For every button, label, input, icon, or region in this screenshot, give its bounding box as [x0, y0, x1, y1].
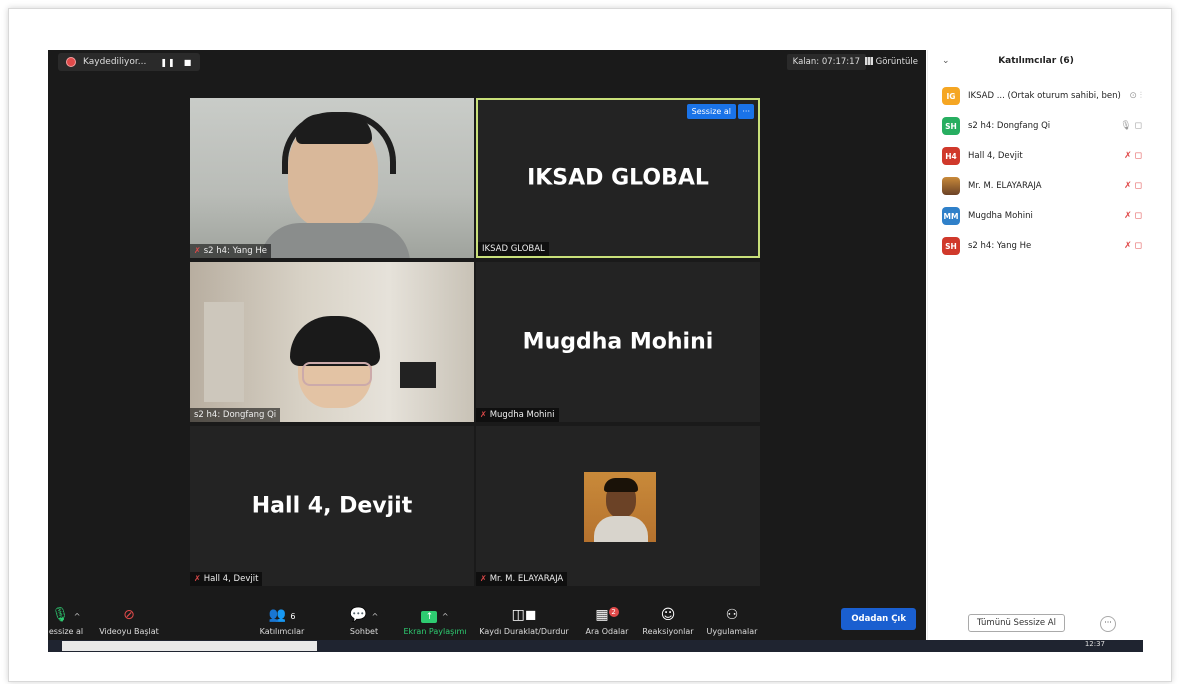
record-controls-icon: ◫◼: [511, 607, 537, 623]
participant-row[interactable]: H4 Hall 4, Devjit ✗ ◻: [942, 146, 1142, 166]
avatar: MM: [942, 207, 960, 225]
mute-button[interactable]: 🎙 ^ essize al: [48, 607, 86, 636]
reactions-button[interactable]: ☺ Reaksiyonlar: [640, 607, 696, 636]
video-off-icon: ⊘: [123, 607, 135, 623]
muted-icons: ✗ ◻: [1124, 181, 1142, 191]
door: [204, 302, 244, 402]
photo-hair: [604, 478, 638, 492]
more-options-button[interactable]: ···: [738, 104, 754, 119]
grid-icon: [864, 57, 873, 65]
muted-mic-icon: ✗: [480, 410, 487, 419]
hair: [290, 316, 380, 366]
leave-meeting-button[interactable]: Odadan Çık: [841, 608, 916, 630]
participant-row[interactable]: SH s2 h4: Dongfang Qi 🎙 ◻: [942, 116, 1142, 136]
pause-icon[interactable]: ❚❚: [160, 58, 175, 67]
stop-icon[interactable]: ■: [184, 58, 193, 67]
avatar: SH: [942, 117, 960, 135]
muted-icons: ✗ ◻: [1124, 151, 1142, 161]
name-label: ✗ Mugdha Mohini: [476, 408, 559, 422]
participant-name: Mr. M. ELAYARAJA: [968, 181, 1042, 191]
muted-icons: ✗ ◻: [1124, 211, 1142, 221]
apps-icon: ⚇: [725, 607, 739, 623]
breakout-rooms-icon: ▦ 2: [584, 607, 630, 623]
avatar: IG: [942, 87, 960, 105]
participant-name: s2 h4: Yang He: [968, 241, 1032, 251]
video-tile-hall-4-devjit[interactable]: Hall 4, Devjit ✗ Hall 4, Devjit: [190, 426, 474, 586]
video-tile-yang-he[interactable]: ✗ s2 h4: Yang He: [190, 98, 474, 258]
mute-participant-button[interactable]: Sessize al: [686, 104, 736, 119]
muted-mic-icon: ✗: [194, 246, 201, 255]
time-remaining: Kalan: 07:17:17: [786, 54, 866, 70]
zoom-meeting-window: Kaydediliyor... ❚❚ ■ Kalan: 07:17:17 Gör…: [48, 50, 926, 640]
panel-title: Katılımcılar (6): [998, 56, 1074, 66]
pause-stop-recording-button[interactable]: ◫◼ Kaydı Duraklat/Durdur: [476, 607, 572, 636]
os-taskbar: 12:37: [48, 640, 1143, 652]
participant-name: s2 h4: Dongfang Qi: [968, 121, 1051, 131]
photo-shirt: [594, 516, 648, 542]
participants-icon: 👥 6: [268, 607, 296, 623]
taskbar-clock: 12:37: [1084, 640, 1105, 648]
reactions-icon: ☺: [660, 607, 676, 623]
name-label: s2 h4: Dongfang Qi: [190, 408, 281, 422]
participant-name-display: Mugdha Mohini: [522, 329, 714, 355]
hair: [296, 114, 372, 144]
participant-name: Hall 4, Devjit: [968, 151, 1023, 161]
wall-board: [400, 362, 436, 388]
name-label: IKSAD GLOBAL: [478, 242, 549, 256]
participants-button[interactable]: 👥 6 Katılımcılar: [254, 607, 310, 636]
video-tile-elayaraja[interactable]: ✗ Mr. M. ELAYARAJA: [476, 426, 760, 586]
panel-more-button[interactable]: ···: [1100, 616, 1116, 632]
meeting-toolbar: 🎙 ^ essize al ⊘ Videoyu Başlat 👥 6 Katıl…: [48, 592, 926, 640]
participant-name: Mugdha Mohini: [968, 211, 1033, 221]
recording-indicator[interactable]: Kaydediliyor... ❚❚ ■: [58, 53, 201, 71]
top-bar: Kaydediliyor... ❚❚ ■ Kalan: 07:17:17 Gör…: [48, 50, 926, 74]
share-screen-icon: ↑ ^: [400, 607, 470, 623]
share-screen-button[interactable]: ↑ ^ Ekran Paylaşımı: [400, 607, 470, 636]
participants-panel: ⌄ Katılımcılar (6) IG IKSAD ... (Ortak o…: [927, 50, 1144, 640]
chat-icon: 💬 ^: [349, 607, 379, 623]
profile-photo: [584, 472, 656, 542]
record-dot-icon: [66, 57, 76, 67]
name-label: ✗ Hall 4, Devjit: [190, 572, 263, 586]
muted-mic-icon: ✗: [480, 574, 487, 583]
status-icons: ⊙ ⫶: [1129, 91, 1142, 101]
avatar-photo: [942, 177, 960, 195]
participant-row[interactable]: MM Mugdha Mohini ✗ ◻: [942, 206, 1142, 226]
video-tile-iksad-global[interactable]: IKSAD GLOBAL Sessize al ··· IKSAD GLOBAL: [476, 98, 760, 258]
mute-all-button[interactable]: Tümünü Sessize Al: [968, 614, 1065, 632]
name-label: ✗ s2 h4: Yang He: [190, 244, 271, 258]
avatar: H4: [942, 147, 960, 165]
taskbar-search-box[interactable]: [62, 641, 317, 651]
video-tile-mugdha-mohini[interactable]: Mugdha Mohini ✗ Mugdha Mohini: [476, 262, 760, 422]
participant-row[interactable]: IG IKSAD ... (Ortak oturum sahibi, ben) …: [942, 86, 1142, 106]
start-video-button[interactable]: ⊘ Videoyu Başlat: [96, 607, 162, 636]
shirt: [260, 223, 410, 258]
apps-button[interactable]: ⚇ Uygulamalar: [704, 607, 760, 636]
participant-name-display: Hall 4, Devjit: [251, 493, 413, 519]
name-label: ✗ Mr. M. ELAYARAJA: [476, 572, 568, 586]
muted-mic-icon: ✗: [194, 574, 201, 583]
recording-label: Kaydediliyor...: [83, 57, 147, 67]
microphone-icon: 🎙 ^: [51, 607, 81, 623]
glasses: [302, 362, 372, 386]
breakout-rooms-button[interactable]: ▦ 2 Ara Odalar: [584, 607, 630, 636]
status-icons: 🎙 ◻: [1120, 121, 1142, 131]
muted-icons: ✗ ◻: [1124, 241, 1142, 251]
video-tile-dongfang-qi[interactable]: s2 h4: Dongfang Qi: [190, 262, 474, 422]
participant-row[interactable]: Mr. M. ELAYARAJA ✗ ◻: [942, 176, 1142, 196]
chat-button[interactable]: 💬 ^ Sohbet: [344, 607, 384, 636]
participant-name-display: IKSAD GLOBAL: [527, 165, 709, 191]
avatar: SH: [942, 237, 960, 255]
participant-row[interactable]: SH s2 h4: Yang He ✗ ◻: [942, 236, 1142, 256]
view-button[interactable]: Görüntüle: [864, 54, 918, 70]
participant-name: IKSAD ... (Ortak oturum sahibi, ben): [968, 91, 1121, 101]
